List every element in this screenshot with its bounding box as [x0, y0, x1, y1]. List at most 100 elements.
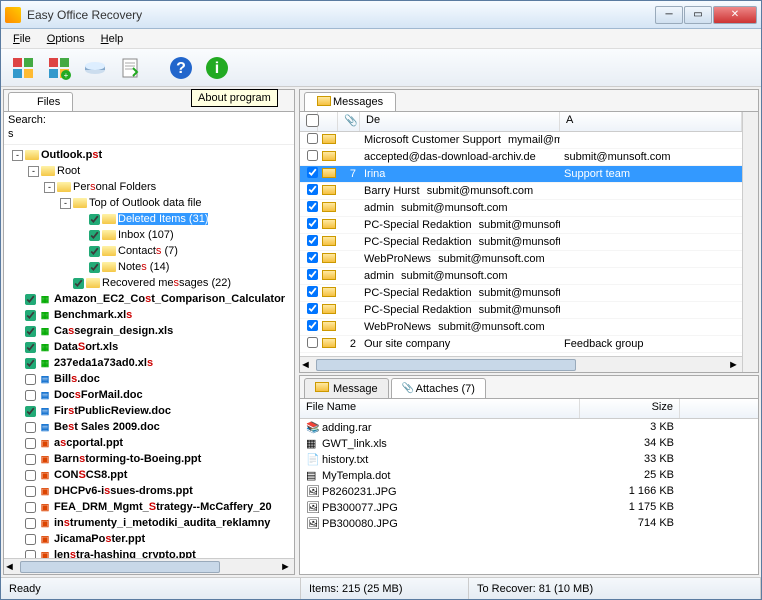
attachment-row[interactable]: 🖼PB300080.JPG714 KB: [300, 515, 758, 531]
tree-label[interactable]: ascportal.ppt: [54, 437, 123, 449]
attachment-row[interactable]: ▤MyTempla.dot25 KB: [300, 467, 758, 483]
tree-checkbox[interactable]: [89, 214, 100, 225]
attaches-tab[interactable]: 📎 Attaches (7): [391, 378, 486, 398]
tree-checkbox[interactable]: [25, 486, 36, 497]
tree-checkbox[interactable]: [89, 262, 100, 273]
message-checkbox[interactable]: [307, 303, 318, 314]
tree-checkbox[interactable]: [25, 454, 36, 465]
tree-label[interactable]: Inbox (107): [118, 229, 174, 241]
message-checkbox[interactable]: [307, 320, 318, 331]
messages-tab[interactable]: Messages: [304, 92, 396, 111]
attachment-row[interactable]: 🖼PB300077.JPG1 175 KB: [300, 499, 758, 515]
tree-label[interactable]: Contacts (7): [118, 245, 178, 257]
scan-button[interactable]: [79, 52, 111, 84]
tree-item[interactable]: ▣lenstra-hashing_crypto.ppt: [6, 547, 292, 558]
tree-item[interactable]: ▣instrumenty_i_metodiki_audita_reklamny: [6, 515, 292, 531]
tree-item[interactable]: ▦DataSort.xls: [6, 339, 292, 355]
tree-label[interactable]: Barnstorming-to-Boeing.ppt: [54, 453, 201, 465]
message-checkbox[interactable]: [307, 269, 318, 280]
tree-label[interactable]: FirstPublicReview.doc: [54, 405, 171, 417]
message-checkbox[interactable]: [307, 337, 318, 348]
file-tree[interactable]: - Outlook.pst -Root-Personal Folders - Top o…: [4, 145, 294, 558]
col-checkbox[interactable]: [300, 112, 318, 131]
close-button[interactable]: ✕: [713, 6, 757, 24]
message-row[interactable]: PC-Special Redaktion submit@munsoft.com: [300, 234, 742, 251]
messages-hscrollbar[interactable]: ◄►: [300, 356, 742, 372]
search-input[interactable]: [8, 126, 290, 142]
message-row[interactable]: 2Our site company Feedback group: [300, 336, 742, 353]
message-checkbox[interactable]: [307, 235, 318, 246]
recover-button[interactable]: [115, 52, 147, 84]
tree-label[interactable]: Benchmark.xls: [54, 309, 132, 321]
tree-label[interactable]: 237eda1a73ad0.xls: [54, 357, 153, 369]
expand-toggle[interactable]: -: [12, 150, 23, 161]
open-office-file-button[interactable]: [7, 52, 39, 84]
tree-checkbox[interactable]: [25, 326, 36, 337]
tree-item[interactable]: -Root: [6, 163, 292, 179]
tree-item[interactable]: - Top of Outlook data file: [6, 195, 292, 211]
tree-item[interactable]: ▤DocsForMail.doc: [6, 387, 292, 403]
tree-label[interactable]: JicamaPoster.ppt: [54, 533, 145, 545]
tree-label[interactable]: Bills.doc: [54, 373, 100, 385]
tree-label[interactable]: CONSCS8.ppt: [54, 469, 127, 481]
message-checkbox[interactable]: [307, 218, 318, 229]
tree-label[interactable]: Outlook.pst: [41, 149, 102, 161]
attachment-row[interactable]: 📄history.txt33 KB: [300, 451, 758, 467]
about-button[interactable]: i: [201, 52, 233, 84]
col-size[interactable]: Size: [580, 399, 680, 418]
col-attachment-icon[interactable]: 📎: [338, 112, 360, 131]
tree-checkbox[interactable]: [25, 550, 36, 559]
tree-item[interactable]: Contacts (7): [6, 243, 292, 259]
add-file-button[interactable]: +: [43, 52, 75, 84]
tree-label[interactable]: Top of Outlook data file: [89, 197, 202, 209]
attachment-row[interactable]: ▦GWT_link.xls34 KB: [300, 435, 758, 451]
tree-checkbox[interactable]: [25, 310, 36, 321]
message-row[interactable]: admin submit@munsoft.com: [300, 268, 742, 285]
message-row[interactable]: PC-Special Redaktion submit@munsoft.com: [300, 302, 742, 319]
tree-checkbox[interactable]: [25, 534, 36, 545]
tree-item[interactable]: ▣FEA_DRM_Mgmt_Strategy--McCaffery_20: [6, 499, 292, 515]
tree-item[interactable]: ▦237eda1a73ad0.xls: [6, 355, 292, 371]
tree-item[interactable]: ▦Amazon_EC2_Cost_Comparison_Calculator: [6, 291, 292, 307]
tree-label[interactable]: DHCPv6-issues-droms.ppt: [54, 485, 193, 497]
tree-label[interactable]: Cassegrain_design.xls: [54, 325, 173, 337]
tree-checkbox[interactable]: [73, 278, 84, 289]
message-tab[interactable]: Message: [304, 378, 389, 398]
tree-checkbox[interactable]: [25, 358, 36, 369]
tree-checkbox[interactable]: [25, 390, 36, 401]
tree-checkbox[interactable]: [25, 422, 36, 433]
message-row[interactable]: Microsoft Customer Support mymail@munsof…: [300, 132, 742, 149]
menu-file[interactable]: File: [5, 31, 39, 47]
message-row[interactable]: WebProNews submit@munsoft.com: [300, 251, 742, 268]
message-checkbox[interactable]: [307, 167, 318, 178]
minimize-button[interactable]: ─: [655, 6, 683, 24]
tree-label[interactable]: DocsForMail.doc: [54, 389, 143, 401]
message-row[interactable]: PC-Special Redaktion submit@munsoft.com: [300, 285, 742, 302]
message-checkbox[interactable]: [307, 201, 318, 212]
tree-item[interactable]: ▣DHCPv6-issues-droms.ppt: [6, 483, 292, 499]
files-tab[interactable]: Files: [8, 92, 73, 111]
menu-help[interactable]: Help: [93, 31, 132, 47]
tree-label[interactable]: lenstra-hashing_crypto.ppt: [54, 549, 196, 558]
col-filename[interactable]: File Name: [300, 399, 580, 418]
attachment-row[interactable]: 🖼P8260231.JPG1 166 KB: [300, 483, 758, 499]
tree-item[interactable]: -Personal Folders: [6, 179, 292, 195]
tree-checkbox[interactable]: [25, 406, 36, 417]
attachments-list[interactable]: 📚adding.rar3 KB▦GWT_link.xls34 KB📄histor…: [300, 419, 758, 574]
tree-item[interactable]: ▦Cassegrain_design.xls: [6, 323, 292, 339]
message-checkbox[interactable]: [307, 184, 318, 195]
message-row[interactable]: PC-Special Redaktion submit@munsoft.com: [300, 217, 742, 234]
messages-vscrollbar[interactable]: [742, 112, 758, 372]
tree-item[interactable]: ▣CONSCS8.ppt: [6, 467, 292, 483]
maximize-button[interactable]: ▭: [684, 6, 712, 24]
message-checkbox[interactable]: [307, 133, 318, 144]
expand-toggle[interactable]: -: [60, 198, 71, 209]
message-checkbox[interactable]: [307, 150, 318, 161]
tree-item[interactable]: ▤Bills.doc: [6, 371, 292, 387]
tree-item[interactable]: ▦Benchmark.xls: [6, 307, 292, 323]
tree-label[interactable]: FEA_DRM_Mgmt_Strategy--McCaffery_20: [54, 501, 272, 513]
tree-checkbox[interactable]: [25, 502, 36, 513]
tree-checkbox[interactable]: [89, 246, 100, 257]
message-checkbox[interactable]: [307, 252, 318, 263]
tree-label[interactable]: Root: [57, 165, 80, 177]
